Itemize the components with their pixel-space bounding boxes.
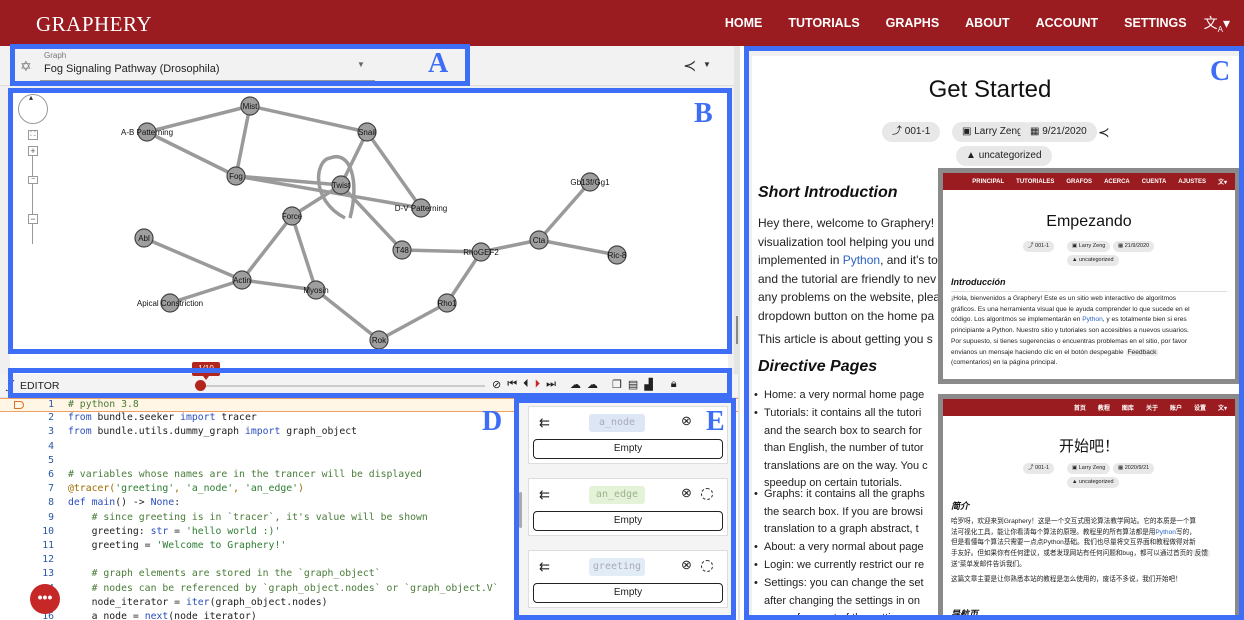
code-text: # python 3.8 xyxy=(68,399,139,410)
more-actions-button[interactable]: ••• xyxy=(30,584,60,614)
code-text: # nodes can be referenced by `graph_obje… xyxy=(68,582,499,594)
nav-settings[interactable]: SETTINGS xyxy=(1111,16,1200,30)
annotation-box-e xyxy=(514,398,736,620)
annotation-label-a: A xyxy=(428,48,449,79)
current-line-marker-icon xyxy=(14,401,24,409)
brand-logo[interactable]: GRAPHERY xyxy=(36,12,152,37)
top-navbar: GRAPHERY HOME TUTORIALS GRAPHS ABOUT ACC… xyxy=(0,0,1244,46)
line-number: 2 xyxy=(48,412,54,424)
annotation-label-b: B xyxy=(694,98,713,129)
translate-icon[interactable]: 文A▾ xyxy=(1200,13,1230,34)
app-window: GRAPHERY HOME TUTORIALS GRAPHS ABOUT ACC… xyxy=(0,0,1244,620)
code-text: def main() -> None: xyxy=(68,497,181,509)
annotation-box-d xyxy=(8,368,732,398)
code-text: a_node = next(node_iterator) xyxy=(68,611,257,620)
splitter-handle[interactable] xyxy=(736,316,738,344)
code-text: from bundle.seeker import tracer xyxy=(68,412,257,424)
code-text: # since greeting is in `tracer`, it's va… xyxy=(68,511,428,523)
annotation-box-c xyxy=(744,46,1244,620)
code-text: greeting: str = 'hello world :)' xyxy=(68,525,281,537)
line-number: 7 xyxy=(48,483,54,495)
code-text: # graph elements are stored in the `grap… xyxy=(68,568,381,580)
annotation-box-a xyxy=(10,44,470,86)
annotation-label-d: D xyxy=(482,406,503,437)
chevron-down-icon[interactable]: ▼ xyxy=(703,60,711,69)
annotation-label-c: C xyxy=(1210,56,1231,87)
code-text: from bundle.utils.dummy_graph import gra… xyxy=(68,426,358,438)
nav-account[interactable]: ACCOUNT xyxy=(1023,16,1112,30)
nav-about[interactable]: ABOUT xyxy=(952,16,1022,30)
nav-graphs[interactable]: GRAPHS xyxy=(873,16,952,30)
line-number: 5 xyxy=(48,454,54,466)
line-number: 11 xyxy=(42,540,54,551)
share-icon[interactable]: ≺ xyxy=(683,56,696,76)
line-number: 10 xyxy=(42,525,54,537)
line-number: 4 xyxy=(48,440,54,452)
nav-links: HOME TUTORIALS GRAPHS ABOUT ACCOUNT SETT… xyxy=(712,0,1230,46)
line-number: 1 xyxy=(48,399,54,410)
line-number: 9 xyxy=(48,511,54,523)
code-text: greeting = 'Welcome to Graphery!' xyxy=(68,540,287,551)
line-number: 12 xyxy=(42,554,54,566)
nav-tutorials[interactable]: TUTORIALS xyxy=(775,16,872,30)
code-text: node_iterator = iter(graph_object.nodes) xyxy=(68,596,328,608)
line-number: 3 xyxy=(48,426,54,438)
code-text: @tracer('greeting', 'a_node', 'an_edge') xyxy=(68,483,304,495)
line-number: 13 xyxy=(42,568,54,580)
annotation-box-b xyxy=(8,88,732,354)
annotation-label-e: E xyxy=(706,406,725,437)
line-number: 8 xyxy=(48,497,54,509)
line-number: 6 xyxy=(48,469,54,480)
code-text: # variables whose names are in the tranc… xyxy=(68,469,422,480)
nav-home[interactable]: HOME xyxy=(712,16,776,30)
